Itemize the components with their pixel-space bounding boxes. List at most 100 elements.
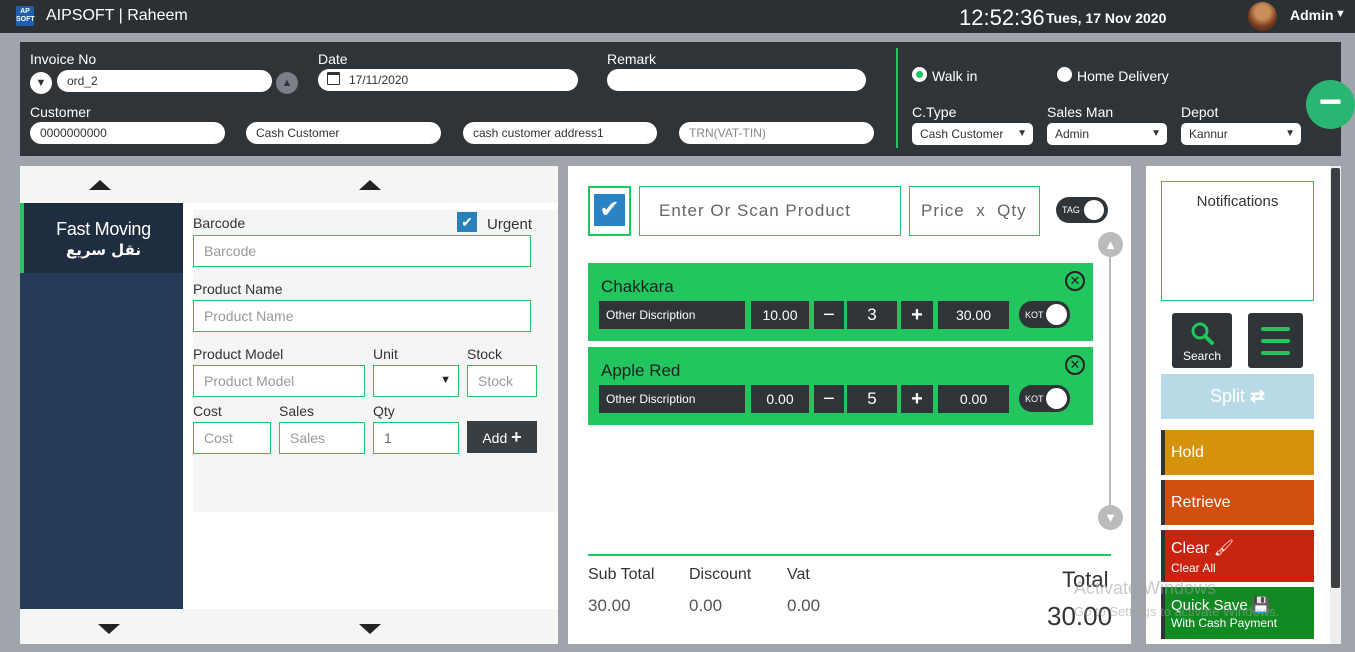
cart-scroll-down-button[interactable]: ▼ — [1098, 505, 1123, 530]
customer-name-input[interactable]: Cash Customer — [246, 122, 441, 144]
add-product-button[interactable]: Add + — [467, 421, 537, 453]
remove-item-icon[interactable]: ✕ — [1065, 355, 1085, 375]
invoice-prev-button[interactable]: ▼ — [30, 72, 52, 94]
collapse-header-button[interactable]: − — [1306, 80, 1355, 129]
search-icon — [1191, 322, 1214, 345]
notifications-label: Notifications — [1196, 193, 1279, 210]
watermark-title: Activate Windows — [1074, 578, 1217, 598]
discount-value: 0.00 — [689, 596, 723, 615]
tag-label: TAG — [1062, 205, 1080, 215]
remark-label: Remark — [607, 51, 657, 67]
chevron-up-icon: ▲ — [281, 77, 293, 89]
remove-item-icon[interactable]: ✕ — [1065, 271, 1085, 291]
toggle-knob — [1084, 200, 1104, 220]
date-display: Tues, 17 Nov 2020 — [1046, 10, 1167, 26]
increment-button[interactable]: + — [901, 301, 933, 329]
check-icon[interactable]: ✔ — [594, 194, 625, 226]
ctype-select[interactable]: Cash Customer ▼ — [912, 123, 1033, 145]
salesman-select[interactable]: Admin ▼ — [1047, 123, 1167, 145]
chevron-down-icon[interactable]: ▼ — [1335, 8, 1346, 20]
date-input[interactable]: 17/11/2020 — [318, 69, 578, 91]
notifications-box: Notifications — [1161, 181, 1314, 301]
toggle-knob — [1046, 388, 1067, 409]
sales-input[interactable]: Sales — [279, 422, 365, 454]
kot-toggle[interactable]: KOT — [1019, 385, 1070, 412]
invoice-next-button[interactable]: ▲ — [276, 72, 298, 94]
category-label: Fast Moving — [56, 219, 151, 239]
product-scroll-up-icon[interactable] — [359, 180, 381, 190]
discount-label: Discount — [689, 566, 752, 583]
menu-icon — [1261, 327, 1290, 331]
home-delivery-radio[interactable] — [1057, 67, 1072, 82]
depot-select[interactable]: Kannur ▼ — [1181, 123, 1301, 145]
clear-sub-label: Clear All — [1171, 561, 1216, 575]
ctype-value: Cash Customer — [920, 127, 1004, 141]
hold-button[interactable]: Hold — [1161, 430, 1314, 475]
cost-label: Cost — [193, 403, 222, 419]
product-name-input[interactable]: Product Name — [193, 300, 531, 332]
decrement-button[interactable]: − — [814, 301, 844, 329]
menu-icon-line — [1261, 339, 1290, 343]
hold-label: Hold — [1171, 444, 1204, 461]
cart-scroll-track[interactable] — [1109, 252, 1111, 510]
split-button[interactable]: Split ⇄ — [1161, 374, 1314, 419]
cost-input[interactable]: Cost — [193, 422, 271, 454]
price-qty-input[interactable]: Price x Qty — [909, 186, 1040, 236]
user-menu[interactable]: Admin — [1290, 7, 1334, 23]
decrement-button[interactable]: − — [814, 385, 844, 413]
cart-item-qty[interactable]: 5 — [847, 385, 897, 413]
cart-item-price[interactable]: 0.00 — [751, 385, 809, 413]
product-scroll-down-icon[interactable] — [359, 624, 381, 634]
product-model-input[interactable]: Product Model — [193, 365, 365, 397]
category-scroll-down-icon[interactable] — [98, 624, 120, 634]
check-icon: ✔ — [461, 214, 473, 230]
product-scan-input[interactable]: Enter Or Scan Product — [639, 186, 901, 236]
remark-input[interactable] — [607, 69, 866, 91]
avatar[interactable] — [1248, 2, 1277, 31]
walk-in-label: Walk in — [932, 68, 978, 84]
unit-select[interactable]: ▼ — [373, 365, 459, 397]
retrieve-label: Retrieve — [1171, 494, 1231, 511]
category-scroll-up-icon[interactable] — [89, 180, 111, 190]
customer-code-input[interactable]: 0000000000 — [30, 122, 225, 144]
walk-in-radio[interactable] — [912, 67, 927, 82]
vat-value: 0.00 — [787, 596, 821, 615]
menu-button[interactable] — [1248, 313, 1303, 368]
cart-item-qty[interactable]: 3 — [847, 301, 897, 329]
subtotal-label: Sub Total — [588, 566, 655, 583]
stock-input[interactable]: Stock — [467, 365, 537, 397]
cart-item-description[interactable]: Other Discription — [599, 385, 745, 413]
urgent-checkbox[interactable]: ✔ — [457, 212, 477, 232]
calendar-icon[interactable] — [327, 72, 340, 85]
trn-input[interactable]: TRN(VAT-TIN) — [679, 122, 874, 144]
page-scroll-thumb[interactable] — [1331, 168, 1340, 588]
invoice-no-input[interactable]: ord_2 — [57, 70, 272, 92]
depot-label: Depot — [1181, 104, 1219, 120]
cart-item-price[interactable]: 10.00 — [751, 301, 809, 329]
kot-toggle[interactable]: KOT — [1019, 301, 1070, 328]
swap-icon: ⇄ — [1249, 386, 1266, 406]
customer-address-input[interactable]: cash customer address1 — [463, 122, 657, 144]
depot-value: Kannur — [1189, 127, 1228, 141]
qty-input[interactable]: 1 — [373, 422, 459, 454]
date-label: Date — [318, 51, 348, 67]
search-button[interactable]: Search — [1172, 313, 1232, 368]
increment-button[interactable]: + — [901, 385, 933, 413]
app-title: AIPSOFT | Raheem — [46, 7, 188, 24]
price-label: Price — [921, 201, 965, 220]
subtotal-value: 30.00 — [588, 596, 631, 615]
cart-item-total: 0.00 — [938, 385, 1009, 413]
tag-toggle[interactable]: TAG — [1056, 197, 1108, 223]
cart-item-description[interactable]: Other Discription — [599, 301, 745, 329]
category-item-fast-moving[interactable]: Fast Moving نقل سريع — [20, 203, 183, 273]
chevron-down-icon: ▼ — [440, 374, 451, 386]
barcode-input[interactable]: Barcode — [193, 235, 531, 267]
clear-button[interactable]: Clear 🖌 Clear All — [1161, 530, 1314, 582]
cart-item: Chakkara ✕ Other Discription 10.00 − 3 +… — [588, 263, 1093, 341]
app-logo: AP SOFT — [16, 6, 35, 26]
cart-scroll-up-button[interactable]: ▲ — [1098, 232, 1123, 257]
times-label: x — [976, 201, 986, 220]
minus-icon: − — [1318, 80, 1343, 124]
category-label-arabic: نقل سريع — [66, 241, 141, 259]
retrieve-button[interactable]: Retrieve — [1161, 480, 1314, 525]
